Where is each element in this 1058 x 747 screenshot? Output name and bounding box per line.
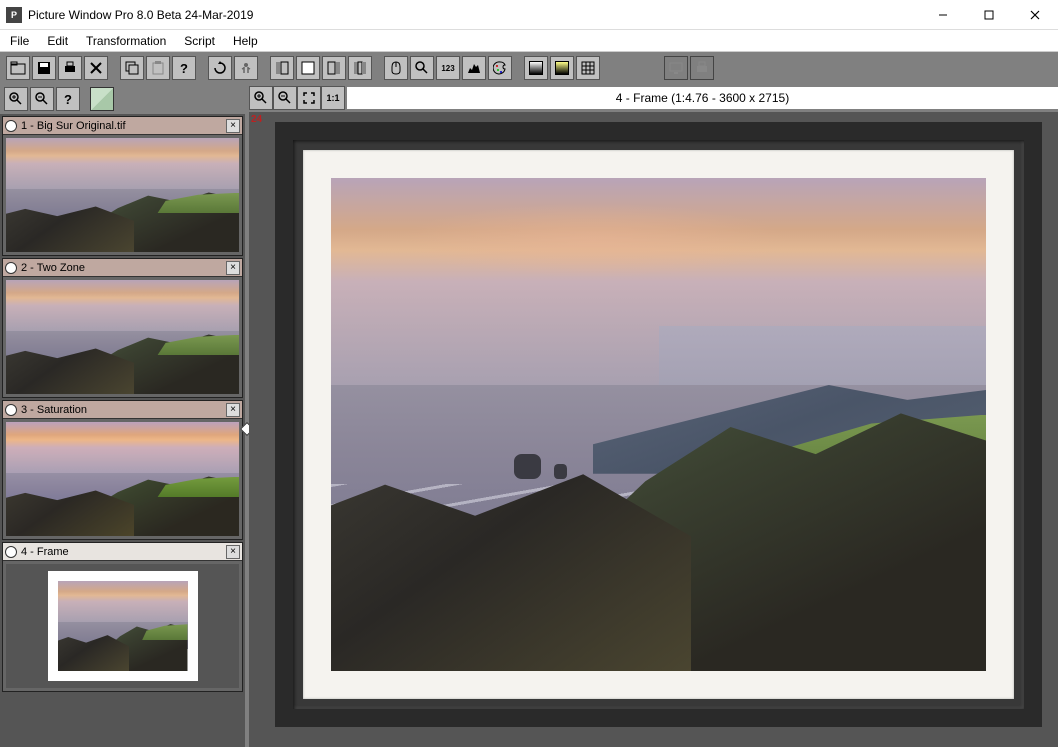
thumbnail-label: 3 - Saturation bbox=[21, 404, 87, 416]
minimize-button[interactable] bbox=[920, 0, 966, 30]
thumbnail-header[interactable]: 1 - Big Sur Original.tif × bbox=[3, 117, 242, 135]
thumbnail-image[interactable] bbox=[3, 561, 242, 691]
menu-edit[interactable]: Edit bbox=[47, 34, 68, 48]
main-view: 1:1 4 - Frame (1:4.76 - 3600 x 2715) 24 bbox=[249, 84, 1058, 747]
view-ratio-button[interactable]: 1:1 bbox=[321, 86, 345, 110]
side-toolbar: ? bbox=[0, 84, 245, 114]
close-button[interactable] bbox=[1012, 0, 1058, 30]
paste-button[interactable] bbox=[146, 56, 170, 80]
thumbnail-item-2[interactable]: 2 - Two Zone × bbox=[2, 258, 243, 398]
view-zoom-out-button[interactable] bbox=[273, 86, 297, 110]
gradient-1-button[interactable] bbox=[524, 56, 548, 80]
app-icon: P bbox=[6, 7, 22, 23]
open-button[interactable] bbox=[6, 56, 30, 80]
side-zoom-out-button[interactable] bbox=[30, 87, 54, 111]
thumbnail-label: 2 - Two Zone bbox=[21, 262, 85, 274]
gradient-2-button[interactable] bbox=[550, 56, 574, 80]
thumbnail-list: 1 - Big Sur Original.tif × 2 - Two Zone … bbox=[0, 114, 245, 747]
view-toolbar: 1:1 4 - Frame (1:4.76 - 3600 x 2715) bbox=[249, 84, 1058, 112]
thumbnail-header[interactable]: 2 - Two Zone × bbox=[3, 259, 242, 277]
monitor-button[interactable] bbox=[664, 56, 688, 80]
menu-transformation[interactable]: Transformation bbox=[86, 34, 166, 48]
refresh-button[interactable] bbox=[208, 56, 232, 80]
thumbnail-item-1[interactable]: 1 - Big Sur Original.tif × bbox=[2, 116, 243, 256]
radio-icon[interactable] bbox=[5, 262, 17, 274]
print-disabled-button[interactable] bbox=[690, 56, 714, 80]
side-help-button[interactable]: ? bbox=[56, 87, 80, 111]
copy-button[interactable] bbox=[120, 56, 144, 80]
thumbnail-image[interactable] bbox=[3, 419, 242, 539]
view-mode-2-button[interactable] bbox=[296, 56, 320, 80]
view-zoom-in-button[interactable] bbox=[249, 86, 273, 110]
mouse-tool-button[interactable] bbox=[384, 56, 408, 80]
radio-icon[interactable] bbox=[5, 120, 17, 132]
radio-icon[interactable] bbox=[5, 404, 17, 416]
view-mode-4-button[interactable] bbox=[348, 56, 372, 80]
frame-bevel bbox=[293, 140, 1024, 709]
close-icon[interactable]: × bbox=[226, 545, 240, 559]
maximize-button[interactable] bbox=[966, 0, 1012, 30]
ruler-label: 24 bbox=[251, 114, 262, 125]
close-icon[interactable]: × bbox=[226, 261, 240, 275]
print-button[interactable] bbox=[58, 56, 82, 80]
thumbnail-header[interactable]: 4 - Frame × bbox=[3, 543, 242, 561]
side-panel: ? 1 - Big Sur Original.tif × 2 - Two Zon… bbox=[0, 84, 245, 747]
menu-help[interactable]: Help bbox=[233, 34, 258, 48]
frame-mat bbox=[303, 150, 1014, 699]
histogram-button[interactable] bbox=[462, 56, 486, 80]
help-button[interactable]: ? bbox=[172, 56, 196, 80]
view-title: 4 - Frame (1:4.76 - 3600 x 2715) bbox=[347, 87, 1058, 109]
view-fit-button[interactable] bbox=[297, 86, 321, 110]
workspace: ? 1 - Big Sur Original.tif × 2 - Two Zon… bbox=[0, 84, 1058, 747]
title-bar: P Picture Window Pro 8.0 Beta 24-Mar-201… bbox=[0, 0, 1058, 30]
window-title: Picture Window Pro 8.0 Beta 24-Mar-2019 bbox=[28, 8, 253, 22]
view-mode-3-button[interactable] bbox=[322, 56, 346, 80]
thumbnail-label: 4 - Frame bbox=[21, 546, 69, 558]
menu-script[interactable]: Script bbox=[184, 34, 215, 48]
color-swatch[interactable] bbox=[90, 87, 114, 111]
thumbnail-label: 1 - Big Sur Original.tif bbox=[21, 120, 126, 132]
framed-photo bbox=[331, 178, 986, 671]
canvas-area[interactable]: 24 bbox=[249, 112, 1058, 747]
view-mode-1-button[interactable] bbox=[270, 56, 294, 80]
grid-button[interactable] bbox=[576, 56, 600, 80]
numbers-tool-button[interactable]: 123 bbox=[436, 56, 460, 80]
thumbnail-image[interactable] bbox=[3, 277, 242, 397]
menu-bar: File Edit Transformation Script Help bbox=[0, 30, 1058, 52]
thumbnail-item-3[interactable]: 3 - Saturation × bbox=[2, 400, 243, 540]
thumbnail-header[interactable]: 3 - Saturation × bbox=[3, 401, 242, 419]
main-toolbar: ? 123 bbox=[0, 52, 1058, 84]
thumbnail-image[interactable] bbox=[3, 135, 242, 255]
frame-outer bbox=[275, 122, 1042, 727]
run-button[interactable] bbox=[234, 56, 258, 80]
close-icon[interactable]: × bbox=[226, 403, 240, 417]
save-button[interactable] bbox=[32, 56, 56, 80]
delete-button[interactable] bbox=[84, 56, 108, 80]
palette-button[interactable] bbox=[488, 56, 512, 80]
picker-tool-button[interactable] bbox=[410, 56, 434, 80]
side-zoom-in-button[interactable] bbox=[4, 87, 28, 111]
thumbnail-item-4[interactable]: 4 - Frame × bbox=[2, 542, 243, 692]
radio-icon[interactable] bbox=[5, 546, 17, 558]
window-controls bbox=[920, 0, 1058, 30]
close-icon[interactable]: × bbox=[226, 119, 240, 133]
menu-file[interactable]: File bbox=[10, 34, 29, 48]
